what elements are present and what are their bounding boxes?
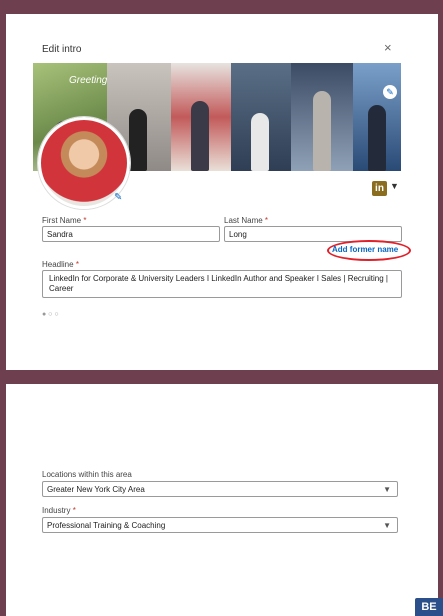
linkedin-icon[interactable]: in [372,181,387,196]
corner-logo: BE [415,598,443,616]
banner-photo-4 [231,63,291,171]
industry-label: Industry * [42,506,76,515]
chevron-down-icon[interactable]: ▼ [390,181,399,191]
banner-photo-6: ✎ [353,63,401,171]
locations-select-value: Greater New York City Area [47,485,145,494]
banner-photo-5 [291,63,353,171]
banner-greeting: Greetings [69,75,113,86]
modal-title: Edit intro [42,44,82,55]
location-industry-panel [6,384,438,616]
headline-label: Headline * [42,260,79,269]
last-name-label: Last Name * [224,216,269,225]
chevron-down-icon: ▼ [383,485,391,494]
locations-select[interactable]: Greater New York City Area ▼ [42,481,398,497]
first-name-label: First Name * [42,216,87,225]
headline-field[interactable]: LinkedIn for Corporate & University Lead… [42,270,402,298]
avatar-edit-pencil-icon[interactable]: ✎ [114,192,122,203]
faded-row-cutoff: ● ○ ○ [42,311,59,318]
locations-label: Locations within this area [42,470,132,479]
annotation-circle [327,240,411,261]
first-name-field[interactable]: Sandra [42,226,220,242]
banner-edit-pencil-icon[interactable]: ✎ [383,85,397,99]
chevron-down-icon: ▼ [383,521,391,530]
industry-select-value: Professional Training & Coaching [47,521,166,530]
industry-select[interactable]: Professional Training & Coaching ▼ [42,517,398,533]
close-icon[interactable]: × [384,40,392,55]
banner-photo-3 [171,63,231,171]
